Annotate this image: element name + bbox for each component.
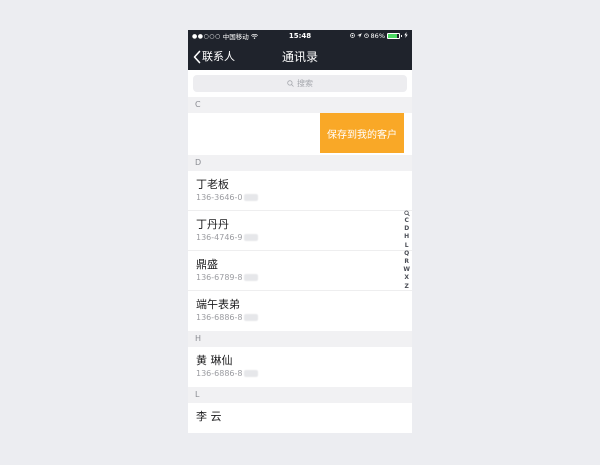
index-letter-h[interactable]: H: [404, 233, 409, 241]
phone-screen: ●●○○○ 中国移动 15:48 86% 联系人 通讯录 搜索 C 保存到我的客…: [188, 30, 412, 433]
alarm-icon: [363, 32, 369, 40]
signal-strength-icon: ●●○○○: [192, 32, 221, 40]
contact-name: 黄 琳仙: [196, 354, 233, 367]
charging-icon: [404, 32, 408, 40]
index-letter-c[interactable]: C: [404, 217, 408, 225]
navigation-bar: 联系人 通讯录: [188, 42, 412, 70]
back-label: 联系人: [202, 50, 235, 63]
swiped-contact-row[interactable]: 保存到我的客户: [188, 113, 412, 155]
contact-row[interactable]: 李 云: [188, 403, 412, 433]
contact-row[interactable]: 黄 琳仙 136-6886-8: [188, 347, 412, 387]
contact-phone: 136-3646-0: [196, 193, 412, 202]
section-header-h: H: [188, 331, 412, 347]
phone-redaction-blur: [243, 234, 258, 241]
contact-phone: 136-6789-8: [196, 273, 412, 282]
contact-phone-number: 136-4746-9: [196, 233, 243, 242]
battery-percent: 86%: [370, 32, 385, 40]
battery-fill: [388, 34, 398, 38]
wifi-icon: [250, 33, 258, 39]
carrier-label: 中国移动: [222, 33, 249, 41]
status-bar: ●●○○○ 中国移动 15:48 86%: [188, 30, 412, 42]
contact-name: 端午表弟: [196, 298, 240, 311]
section-index-bar[interactable]: C D H L Q R W X Z: [403, 210, 410, 291]
phone-redaction-blur: [243, 370, 258, 377]
location-icon: [349, 32, 355, 40]
phone-redaction-blur: [243, 274, 258, 281]
index-letter-q[interactable]: Q: [404, 250, 409, 258]
contact-phone: 136-4746-9: [196, 233, 412, 242]
contact-phone-number: 136-6886-8: [196, 369, 243, 378]
index-search-icon[interactable]: [403, 210, 410, 217]
section-header-c: C: [188, 97, 412, 113]
section-header-d: D: [188, 155, 412, 171]
chevron-left-icon: [193, 49, 201, 64]
phone-redaction-blur: [243, 314, 258, 321]
battery-icon: [387, 33, 402, 39]
index-letter-d[interactable]: D: [404, 225, 409, 233]
contact-phone: 136-6886-8: [196, 313, 412, 322]
contact-name: 李 云: [196, 410, 222, 423]
phone-redaction-blur: [243, 194, 258, 201]
index-letter-x[interactable]: X: [404, 274, 409, 282]
contact-phone: 136-6886-8: [196, 369, 412, 378]
navigation-arrow-icon: [356, 32, 362, 40]
section-header-l: L: [188, 387, 412, 403]
save-to-my-customers-button[interactable]: 保存到我的客户: [320, 113, 404, 153]
search-area: 搜索: [188, 70, 412, 97]
contact-row[interactable]: 丁丹丹 136-4746-9: [188, 211, 412, 251]
contact-phone-number: 136-6886-8: [196, 313, 243, 322]
contact-phone-number: 136-6789-8: [196, 273, 243, 282]
index-letter-l[interactable]: L: [405, 242, 409, 250]
contact-name: 丁丹丹: [196, 218, 229, 231]
contact-phone-number: 136-3646-0: [196, 193, 243, 202]
search-placeholder: 搜索: [297, 79, 313, 88]
search-icon: [287, 80, 294, 87]
contact-name: 丁老板: [196, 178, 229, 191]
contact-row[interactable]: 端午表弟 136-6886-8: [188, 291, 412, 331]
contact-name: 鼎盛: [196, 258, 218, 271]
search-input[interactable]: 搜索: [193, 75, 407, 92]
index-letter-r[interactable]: R: [404, 258, 409, 266]
index-letter-w[interactable]: W: [403, 266, 410, 274]
contact-row[interactable]: 丁老板 136-3646-0: [188, 171, 412, 211]
back-button[interactable]: 联系人: [188, 42, 235, 70]
index-letter-z[interactable]: Z: [405, 283, 409, 291]
contact-row[interactable]: 鼎盛 136-6789-8: [188, 251, 412, 291]
status-left: ●●○○○ 中国移动: [192, 31, 258, 41]
status-right: 86%: [349, 32, 408, 40]
